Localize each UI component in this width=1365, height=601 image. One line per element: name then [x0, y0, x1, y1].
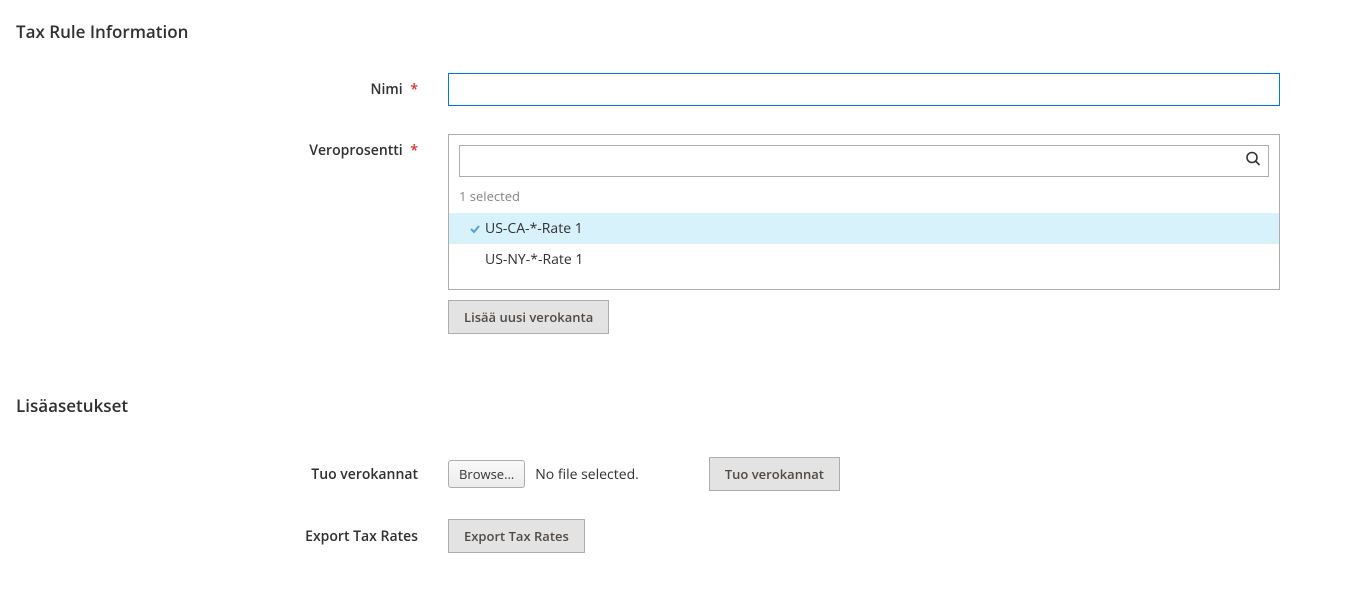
- tax-rate-control: 1 selected US-CA-*-Rate 1 US-NY-*-Rate 1: [448, 134, 1280, 334]
- section-title-additional: Lisäasetukset: [16, 394, 1349, 417]
- tax-rate-selected-count: 1 selected: [449, 187, 1279, 213]
- row-import: Tuo verokannat Browse… No file selected.…: [16, 457, 1349, 491]
- label-import: Tuo verokannat: [16, 465, 448, 484]
- label-import-text: Tuo verokannat: [311, 465, 418, 484]
- import-control: Browse… No file selected. Tuo verokannat: [448, 457, 1280, 491]
- name-control: [448, 73, 1280, 106]
- tax-rate-multiselect: 1 selected US-CA-*-Rate 1 US-NY-*-Rate 1: [448, 134, 1280, 290]
- tax-rate-option-label: US-NY-*-Rate 1: [485, 250, 583, 269]
- row-export: Export Tax Rates Export Tax Rates: [16, 519, 1349, 553]
- no-file-text: No file selected.: [535, 465, 639, 484]
- browse-button[interactable]: Browse…: [448, 460, 525, 488]
- label-name: Nimi *: [16, 73, 448, 99]
- tax-rate-option[interactable]: US-NY-*-Rate 1: [449, 244, 1279, 275]
- label-tax-rate-text: Veroprosentti: [309, 141, 402, 160]
- required-star-icon: *: [410, 80, 418, 99]
- row-tax-rate: Veroprosentti * 1 selected: [16, 134, 1349, 334]
- tax-rate-search-wrap: [449, 135, 1279, 187]
- name-input[interactable]: [448, 73, 1280, 106]
- check-icon: [469, 223, 483, 235]
- import-tax-rates-button[interactable]: Tuo verokannat: [709, 457, 840, 491]
- tax-rate-option[interactable]: US-CA-*-Rate 1: [449, 213, 1279, 244]
- label-name-text: Nimi: [371, 80, 403, 99]
- import-button-wrap: Tuo verokannat: [709, 457, 840, 491]
- row-name: Nimi *: [16, 73, 1349, 106]
- tax-rate-option-label: US-CA-*-Rate 1: [485, 219, 583, 238]
- section-title-tax-rule: Tax Rule Information: [16, 20, 1349, 43]
- tax-rate-option-list: US-CA-*-Rate 1 US-NY-*-Rate 1: [449, 213, 1279, 275]
- export-tax-rates-button[interactable]: Export Tax Rates: [448, 519, 585, 553]
- tax-rate-search-input[interactable]: [459, 145, 1269, 177]
- required-star-icon: *: [410, 141, 418, 160]
- label-export: Export Tax Rates: [16, 527, 448, 546]
- add-new-tax-rate-button[interactable]: Lisää uusi verokanta: [448, 300, 609, 334]
- export-control: Export Tax Rates: [448, 519, 1280, 553]
- section-additional-settings: Lisäasetukset Tuo verokannat Browse… No …: [16, 394, 1349, 553]
- label-tax-rate: Veroprosentti *: [16, 134, 448, 160]
- label-export-text: Export Tax Rates: [305, 527, 418, 546]
- multiselect-spacer: [449, 275, 1279, 289]
- section-tax-rule-info: Tax Rule Information Nimi * Veroprosentt…: [16, 20, 1349, 334]
